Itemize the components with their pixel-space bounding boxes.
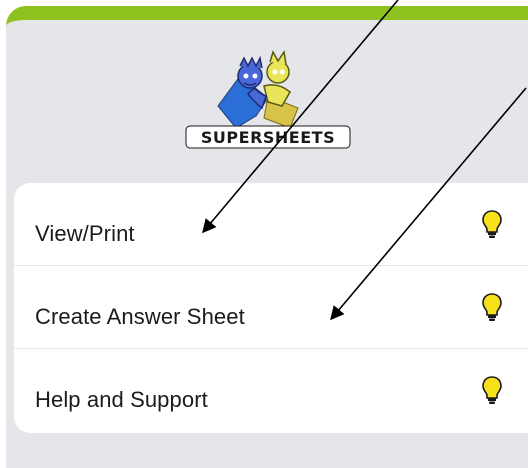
panel-footer bbox=[6, 433, 528, 468]
app-screen: SUPERSHEETS View/Print Create Answer She… bbox=[0, 0, 528, 468]
logo-text: SUPERSHEETS bbox=[201, 128, 335, 147]
menu-item-label: Create Answer Sheet bbox=[35, 304, 245, 329]
menu-card: View/Print Create Answer Sheet Help and … bbox=[14, 183, 528, 433]
menu-item-help-and-support[interactable]: Help and Support bbox=[14, 349, 528, 432]
menu-item-label: Help and Support bbox=[35, 387, 208, 412]
menu-item-label: View/Print bbox=[35, 221, 135, 246]
menu-item-create-answer-sheet[interactable]: Create Answer Sheet bbox=[14, 266, 528, 349]
menu-item-view-print[interactable]: View/Print bbox=[14, 183, 528, 266]
lightbulb-icon[interactable] bbox=[481, 375, 503, 405]
lightbulb-icon[interactable] bbox=[481, 209, 503, 239]
supersheets-logo: SUPERSHEETS bbox=[185, 50, 351, 149]
lightbulb-icon[interactable] bbox=[481, 292, 503, 322]
